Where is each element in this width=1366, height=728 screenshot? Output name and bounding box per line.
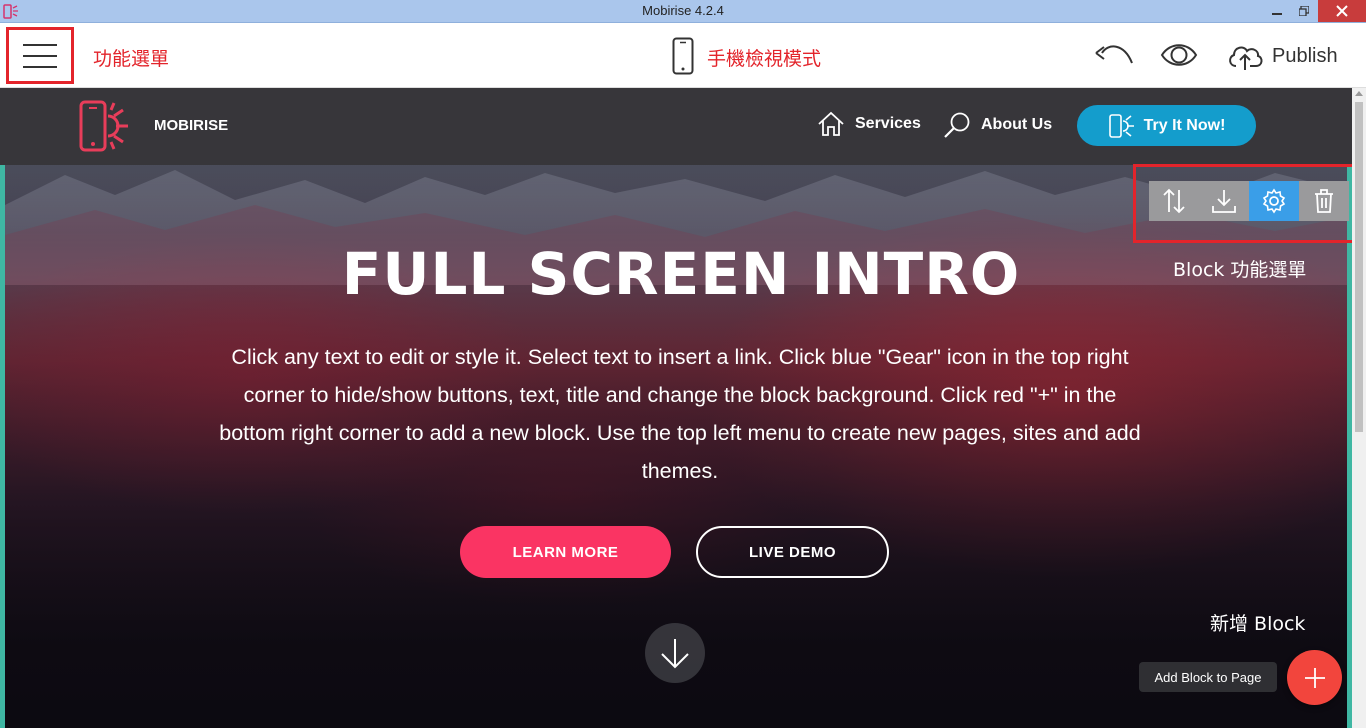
minimize-button[interactable] <box>1264 0 1290 22</box>
cloud-upload-icon <box>1229 46 1263 70</box>
brand-name[interactable]: MOBIRISE <box>154 117 228 134</box>
move-icon <box>1163 188 1185 214</box>
preview-eye-icon[interactable] <box>1160 41 1198 69</box>
minimize-icon <box>1272 13 1282 15</box>
hero-description[interactable]: Click any text to edit or style it. Sele… <box>215 338 1145 490</box>
publish-label: Publish <box>1272 44 1338 67</box>
arrow-down-icon <box>661 639 689 669</box>
block-tools-annotation: Block 功能選單 <box>1173 259 1307 281</box>
nav-about-label: About Us <box>981 116 1053 133</box>
scroll-up-arrow-icon[interactable] <box>1355 91 1363 96</box>
nav-services-link[interactable]: Services <box>817 111 921 137</box>
restore-button[interactable] <box>1291 0 1317 22</box>
scroll-down-button[interactable] <box>645 623 705 683</box>
publish-button[interactable]: Publish <box>1226 39 1338 73</box>
add-block-button[interactable] <box>1287 650 1342 705</box>
nav-about-link[interactable]: About Us <box>943 111 1052 139</box>
add-block-annotation: 新增 Block <box>1210 613 1306 635</box>
try-it-now-label: Try It Now! <box>1143 116 1226 134</box>
trash-icon <box>1315 189 1333 213</box>
window-titlebar: Mobirise 4.2.4 <box>0 0 1366 23</box>
gear-icon <box>1262 188 1286 214</box>
save-block-button[interactable] <box>1199 181 1249 221</box>
phone-sun-icon <box>1108 113 1134 138</box>
learn-more-button[interactable]: LEARN MORE <box>460 526 671 578</box>
editor-toolbar: 功能選單 手機檢視模式 Publish <box>0 23 1366 88</box>
live-demo-button[interactable]: LIVE DEMO <box>696 526 889 578</box>
plus-icon <box>1304 667 1325 688</box>
try-it-now-button[interactable]: Try It Now! <box>1077 105 1256 146</box>
main-menu-button[interactable] <box>6 27 74 84</box>
phone-view-icon[interactable] <box>672 37 694 75</box>
page-scrollbar[interactable] <box>1352 88 1366 728</box>
mobile-view-annotation: 手機檢視模式 <box>707 48 822 70</box>
move-block-button[interactable] <box>1149 181 1199 221</box>
download-icon <box>1212 190 1236 213</box>
home-icon <box>818 111 844 136</box>
hero-title[interactable]: FULL SCREEN INTRO <box>5 240 1357 308</box>
site-navbar[interactable]: MOBIRISE Services About Us Try It Now! <box>0 88 1352 165</box>
search-icon <box>944 112 970 138</box>
delete-block-button[interactable] <box>1299 181 1349 221</box>
menu-icon-line <box>23 65 57 68</box>
add-block-tooltip: Add Block to Page <box>1139 662 1277 692</box>
nav-services-label: Services <box>855 115 921 132</box>
restore-icon <box>1299 6 1309 16</box>
scrollbar-thumb[interactable] <box>1355 102 1363 432</box>
menu-icon-line <box>23 43 57 46</box>
hero-block[interactable]: FULL SCREEN INTRO Click any text to edit… <box>0 165 1352 728</box>
menu-icon-line <box>23 54 57 57</box>
window-title: Mobirise 4.2.4 <box>642 3 724 18</box>
close-button[interactable] <box>1318 0 1366 22</box>
undo-icon[interactable] <box>1094 41 1134 67</box>
brand-logo-icon <box>79 100 128 152</box>
menu-annotation: 功能選單 <box>93 48 170 70</box>
block-settings-button[interactable] <box>1249 181 1299 221</box>
block-tools <box>1149 181 1349 221</box>
close-icon <box>1336 5 1348 17</box>
